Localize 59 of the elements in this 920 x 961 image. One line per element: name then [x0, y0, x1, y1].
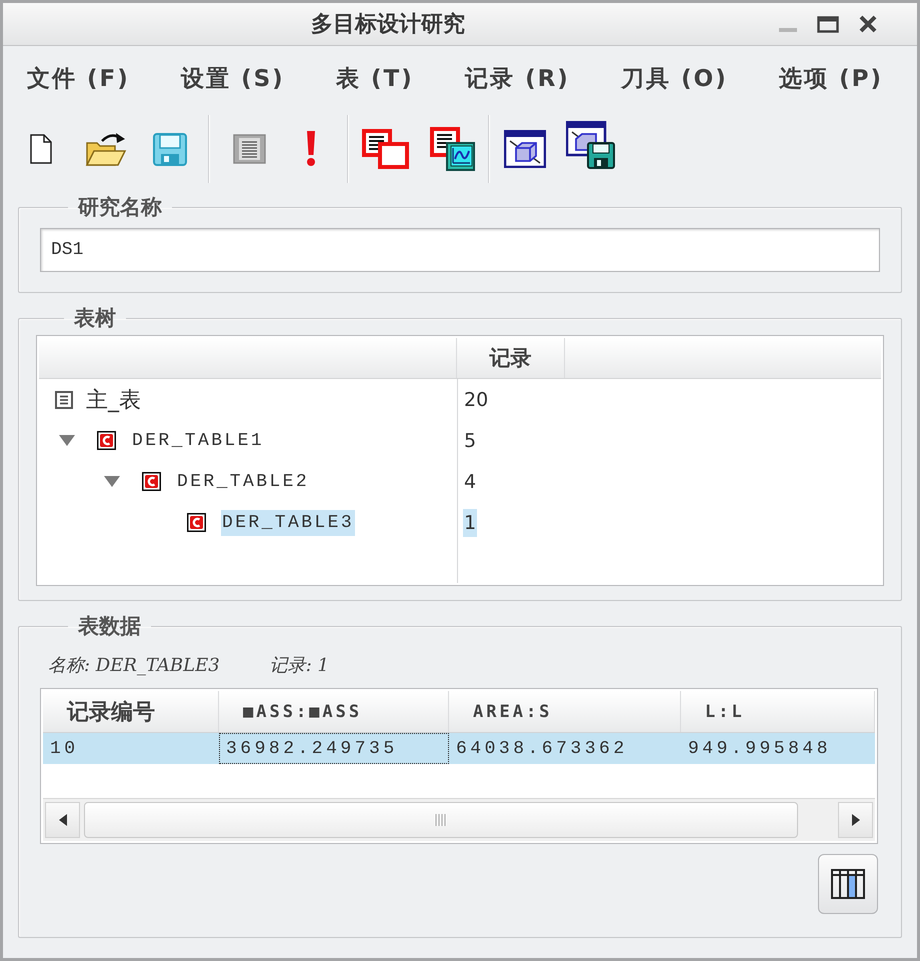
close-button[interactable]: [857, 13, 879, 35]
close-icon: [859, 15, 877, 33]
menu-item[interactable]: 表 (T): [332, 58, 418, 98]
study-name-field[interactable]: DS1: [40, 228, 880, 272]
table-name[interactable]: 主_表: [85, 382, 142, 418]
menu-item[interactable]: 文件 (F): [23, 58, 134, 98]
table-cell-text: 64038.673362: [455, 738, 629, 760]
menu-item[interactable]: 设置 (S): [177, 58, 289, 98]
maximize-button[interactable]: [815, 14, 841, 34]
c-badge-icon: [142, 472, 161, 491]
right-arrow-icon: [852, 814, 860, 826]
group-label: 表数据: [76, 614, 142, 638]
column-header[interactable]: 记录: [457, 338, 565, 378]
column-header[interactable]: 记录编号: [43, 691, 219, 732]
columns-icon: [831, 869, 865, 899]
group-label: 表树: [72, 306, 117, 330]
menu-item[interactable]: 选项 (P): [775, 58, 887, 98]
save-icon[interactable]: [153, 132, 187, 166]
table-cell-text: 949.995848: [687, 738, 832, 760]
c-badge-icon: [187, 513, 206, 532]
info-text: 记录: 1: [270, 654, 329, 677]
column-header[interactable]: L:L: [681, 691, 875, 732]
group-label: 研究名称: [76, 195, 163, 219]
minimize-icon: [779, 28, 797, 32]
column-header[interactable]: AREA:S: [449, 691, 681, 732]
document-chart-icon[interactable]: [430, 127, 475, 171]
overlapping-windows-icon[interactable]: [362, 129, 410, 169]
grip-icon: [434, 814, 448, 826]
record-count: 5: [463, 428, 478, 454]
left-arrow-icon: [58, 814, 66, 826]
c-badge-icon: [97, 431, 116, 450]
table-name[interactable]: DER_TABLE2: [176, 468, 310, 494]
menu-item[interactable]: 刀具 (O): [617, 58, 732, 98]
table-name[interactable]: DER_TABLE3: [221, 510, 356, 536]
column-header[interactable]: ■ASS:■ASS: [219, 691, 449, 732]
box-window-save-icon[interactable]: [566, 121, 616, 169]
table-cell-text: 10: [49, 738, 80, 760]
scroll-right-button[interactable]: [838, 802, 873, 838]
window-title: 多目标设计研究: [310, 11, 466, 39]
columns-button[interactable]: [818, 854, 878, 914]
expand-arrow-icon[interactable]: [59, 435, 75, 446]
box-window-icon[interactable]: [504, 130, 546, 168]
table-cell: 36982.249735: [219, 733, 449, 764]
record-count: 20: [463, 388, 490, 412]
expand-arrow-icon[interactable]: [104, 476, 120, 487]
exclamation-icon[interactable]: [305, 131, 317, 167]
scroll-left-button[interactable]: [45, 802, 80, 838]
record-count: 4: [463, 470, 478, 494]
new-document-icon[interactable]: [30, 134, 52, 164]
menu-item[interactable]: 记录 (R): [461, 58, 574, 98]
maximize-icon: [817, 16, 839, 32]
scrollbar-thumb[interactable]: [84, 802, 798, 838]
table-row[interactable]: 10 36982.249735 64038.673362 949.995848: [43, 733, 875, 764]
document-list-icon[interactable]: [233, 134, 266, 164]
table-name[interactable]: DER_TABLE1: [131, 428, 266, 454]
open-folder-icon[interactable]: [85, 131, 127, 167]
list-icon: [55, 390, 73, 408]
record-count: 1: [463, 508, 478, 536]
info-text: 名称: DER_TABLE3: [48, 654, 220, 677]
